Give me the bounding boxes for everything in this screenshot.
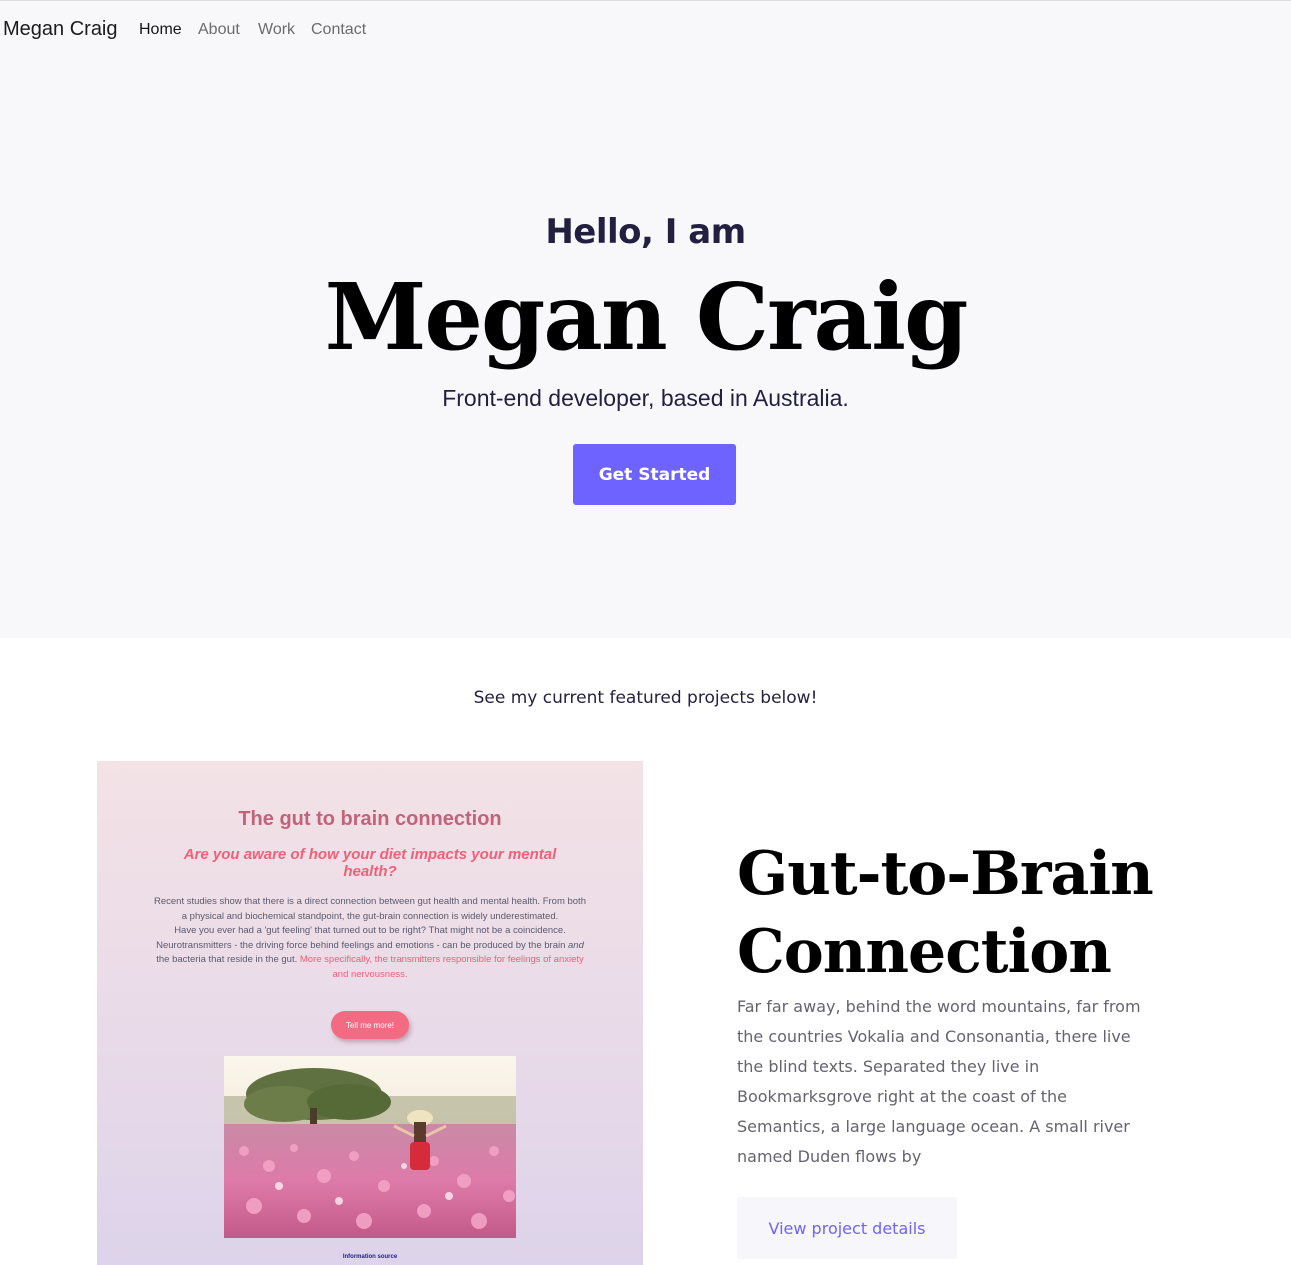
navbar: Megan Craig Home About Work Contact (0, 0, 1291, 60)
hero-greeting: Hello, I am (545, 212, 746, 252)
screenshot-body-2: Have you ever had a 'gut feeling' that t… (156, 925, 566, 951)
screenshot-body-em: and (568, 939, 584, 951)
screenshot-body: Recent studies show that there is a dire… (152, 895, 588, 983)
project-description: Far far away, behind the word mountains,… (737, 997, 1141, 1166)
projects-intro: See my current featured projects below! (473, 688, 818, 708)
view-project-details-button[interactable]: View project details (737, 1197, 957, 1259)
project-screenshot: The gut to brain connection Are you awar… (97, 761, 643, 1265)
screenshot-body-highlight: More specifically, the transmitters resp… (299, 954, 584, 980)
screenshot-body-1: Recent studies show that there is a dire… (154, 896, 586, 922)
screenshot-question: Are you aware of how your diet impacts y… (183, 846, 557, 880)
brand-logo[interactable]: Megan Craig (3, 18, 118, 41)
hero-subtitle: Front-end developer, based in Australia. (442, 385, 849, 411)
screenshot-tell-me-more-button: Tell me more! (331, 1011, 409, 1039)
flower-field-photo (224, 1056, 516, 1238)
nav-link-contact[interactable]: Contact (311, 21, 366, 39)
hero-section: Hello, I am Megan Craig Front-end develo… (0, 60, 1291, 638)
hero-name: Megan Craig (324, 263, 969, 371)
get-started-button[interactable]: Get Started (573, 444, 736, 505)
nav-link-home[interactable]: Home (139, 21, 182, 39)
nav-link-about[interactable]: About (198, 21, 240, 39)
project-title: Gut-to-Brain Connection (737, 839, 1154, 987)
screenshot-body-2-end: the bacteria that reside in the gut. (156, 954, 298, 966)
screenshot-title: The gut to brain connection (238, 808, 502, 830)
nav-link-work[interactable]: Work (258, 21, 295, 39)
screenshot-source-link: Information source (342, 1254, 398, 1260)
flower-field-image (224, 1056, 516, 1238)
